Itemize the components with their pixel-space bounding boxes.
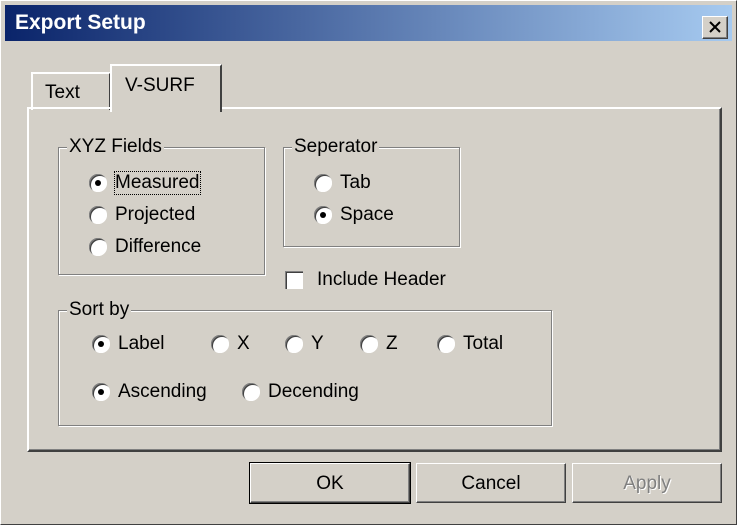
title-bar[interactable]: Export Setup [5, 5, 732, 41]
tab-text-label: Text [45, 82, 80, 103]
checkbox-icon [285, 271, 303, 289]
radio-button-icon [437, 335, 455, 353]
radio-button-icon [92, 383, 110, 401]
radio-button-icon [285, 335, 303, 353]
radio-projected[interactable]: Projected [89, 204, 195, 226]
include-header-label: Include Header [317, 269, 446, 290]
radio-sort-z-label: Z [386, 333, 398, 354]
radio-button-icon [360, 335, 378, 353]
radio-button-icon [89, 206, 107, 224]
radio-space-label: Space [340, 204, 394, 225]
radio-button-icon [314, 174, 332, 192]
radio-ascending-label: Ascending [118, 381, 207, 402]
radio-measured-label: Measured [114, 171, 201, 195]
radio-sort-x-label: X [237, 333, 250, 354]
xyz-fields-group: XYZ Fields Measured Projected Difference [58, 136, 265, 275]
radio-tab-label: Tab [340, 172, 371, 193]
radio-difference[interactable]: Difference [89, 236, 201, 258]
radio-button-icon [92, 335, 110, 353]
tab-v-surf[interactable]: V-SURF [110, 64, 222, 112]
radio-difference-label: Difference [115, 236, 202, 257]
radio-button-icon [89, 238, 107, 256]
xyz-fields-legend: XYZ Fields [67, 136, 164, 158]
radio-descending[interactable]: Decending [242, 381, 359, 403]
radio-button-icon [211, 335, 229, 353]
sort-by-legend: Sort by [67, 299, 132, 321]
radio-space[interactable]: Space [314, 204, 394, 226]
apply-button[interactable]: Apply [572, 463, 722, 503]
radio-tab[interactable]: Tab [314, 172, 371, 194]
radio-measured[interactable]: Measured [89, 171, 201, 195]
radio-ascending[interactable]: Ascending [92, 381, 207, 403]
radio-sort-z[interactable]: Z [360, 333, 398, 355]
radio-sort-y[interactable]: Y [285, 333, 324, 355]
tab-text[interactable]: Text [31, 72, 111, 110]
radio-sort-total[interactable]: Total [437, 333, 503, 355]
radio-sort-total-label: Total [463, 333, 504, 354]
radio-button-icon [314, 206, 332, 224]
radio-sort-label-text: Label [118, 333, 165, 354]
radio-descending-label: Decending [268, 381, 359, 402]
radio-sort-x[interactable]: X [211, 333, 250, 355]
ok-button[interactable]: OK [249, 462, 411, 504]
radio-button-icon [242, 383, 260, 401]
separator-legend: Seperator [292, 136, 380, 158]
radio-button-icon [89, 174, 107, 192]
radio-projected-label: Projected [115, 204, 196, 225]
close-button[interactable] [702, 16, 728, 39]
radio-sort-y-label: Y [311, 333, 324, 354]
cancel-button[interactable]: Cancel [416, 463, 566, 503]
separator-group: Seperator Tab Space [283, 136, 460, 247]
tab-v-surf-label: V-SURF [125, 75, 195, 96]
radio-sort-label[interactable]: Label [92, 333, 165, 355]
sort-by-group: Sort by Label X Y Z Total Ascending Dece… [58, 299, 552, 426]
include-header-checkbox[interactable]: Include Header [285, 269, 446, 291]
window-title: Export Setup [15, 11, 146, 34]
